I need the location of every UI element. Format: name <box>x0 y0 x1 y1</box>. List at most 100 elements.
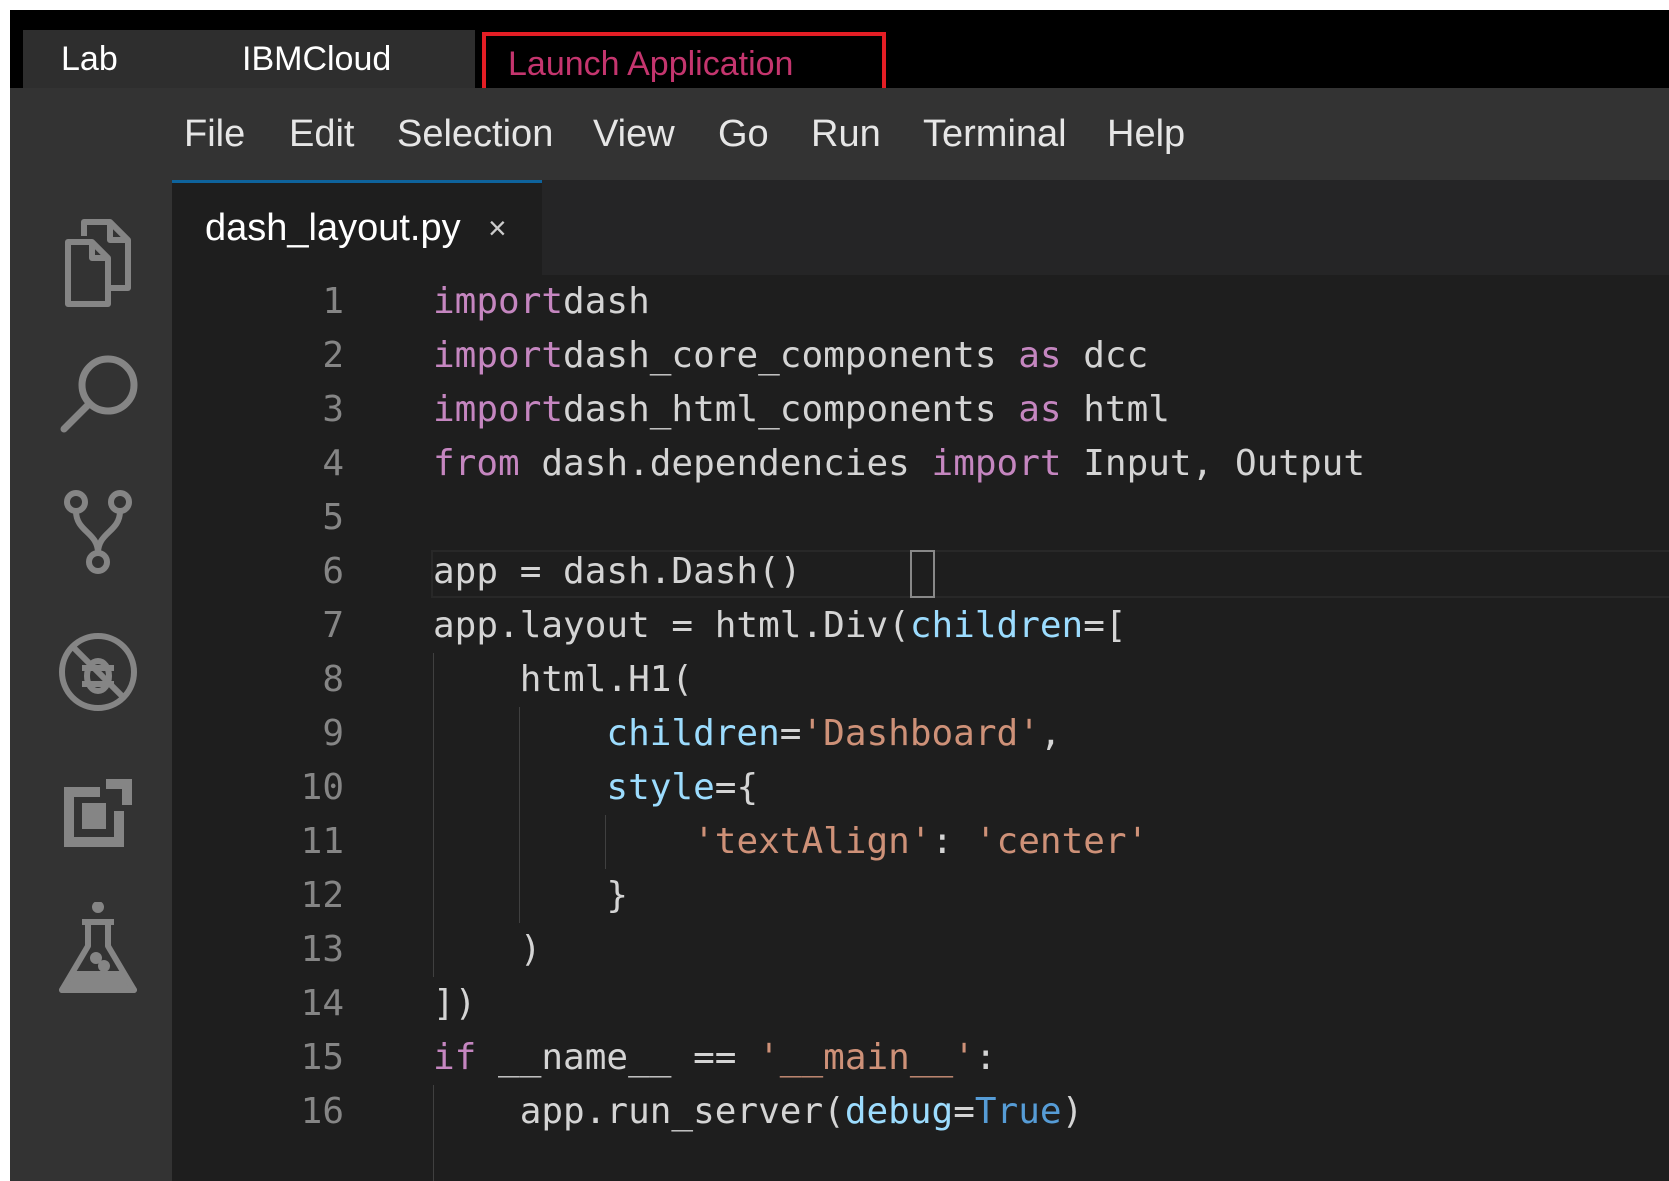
code-token: debug <box>844 1091 954 1132</box>
menu-file[interactable]: File <box>184 88 245 180</box>
editor-tab-dash-layout[interactable]: dash_layout.py × <box>172 180 542 275</box>
code-token: 'textAlign' <box>693 821 932 862</box>
line-source: style={ <box>433 761 758 815</box>
line-number: 11 <box>300 821 344 862</box>
line-number: 6 <box>322 551 344 592</box>
code-token: dash_core_components <box>563 335 1019 376</box>
code-token: dash <box>563 281 650 322</box>
line-source: } <box>433 869 628 923</box>
code-token: as <box>1018 335 1062 376</box>
code-token: dash.dependencies <box>519 443 932 484</box>
code-line[interactable]: 9 children='Dashboard', <box>172 707 1669 761</box>
code-token: ={ <box>714 767 759 808</box>
code-token: 'Dashboard' <box>801 713 1040 754</box>
code-token: dcc <box>1061 335 1149 376</box>
code-line[interactable]: 16 app.run_server(debug=True) <box>172 1085 1669 1139</box>
code-token: True <box>974 1091 1062 1132</box>
line-source: html.H1( <box>433 653 693 707</box>
line-source: 'textAlign': 'center' <box>433 815 1148 869</box>
lab-flask-icon[interactable] <box>48 901 148 1002</box>
code-editor[interactable]: 1 importdash 2 importdash_core_components a… <box>172 275 1669 1181</box>
code-line[interactable]: 11 'textAlign': 'center' <box>172 815 1669 869</box>
line-source: importdash_core_components as dcc <box>433 329 1148 383</box>
line-source: ) <box>433 923 542 977</box>
code-token: = <box>779 713 802 754</box>
line-source: if __name__ == '__main__': <box>433 1031 997 1085</box>
top-tab-bar: Lab IBMCloud Launch Application <box>10 10 1669 96</box>
line-source: from dash.dependencies import Input, Out… <box>433 437 1365 491</box>
code-token: ) <box>1061 1091 1084 1132</box>
code-token: html.H1( <box>433 659 694 700</box>
line-number: 14 <box>300 983 344 1024</box>
source-control-icon[interactable] <box>48 480 148 580</box>
code-token: 'center' <box>974 821 1149 862</box>
line-source: app = dash.Dash() <box>433 545 801 599</box>
code-token: import <box>433 281 564 322</box>
code-token: import <box>931 443 1062 484</box>
code-token: ) <box>433 929 542 970</box>
code-token: children <box>606 713 780 754</box>
search-icon[interactable] <box>48 345 148 445</box>
line-number: 9 <box>322 713 344 754</box>
menu-edit[interactable]: Edit <box>289 88 354 180</box>
menu-run[interactable]: Run <box>811 88 881 180</box>
line-number: 1 <box>322 281 344 322</box>
code-token: __name__ == <box>476 1037 759 1078</box>
line-number: 16 <box>300 1091 344 1132</box>
line-number: 3 <box>322 389 344 430</box>
code-token: app.layout = html.Div( <box>433 605 910 646</box>
code-line[interactable]: 13 ) <box>172 923 1669 977</box>
line-number: 12 <box>300 875 344 916</box>
code-token: ]) <box>433 983 477 1024</box>
code-line[interactable]: 10 style={ <box>172 761 1669 815</box>
code-line[interactable]: 8 html.H1( <box>172 653 1669 707</box>
code-token: : <box>974 1037 997 1078</box>
line-number: 13 <box>300 929 344 970</box>
code-token: app.run_server( <box>433 1091 845 1132</box>
close-icon[interactable]: × <box>488 183 507 273</box>
tab-launch-application[interactable]: Launch Application <box>482 32 886 96</box>
tab-lab[interactable]: Lab <box>23 30 203 88</box>
code-token: children <box>909 605 1084 646</box>
code-token: dash_html_components <box>563 389 1019 430</box>
menu-go[interactable]: Go <box>718 88 769 180</box>
code-line[interactable]: 14]) <box>172 977 1669 1031</box>
code-line[interactable]: 2 importdash_core_components as dcc <box>172 329 1669 383</box>
extensions-icon[interactable] <box>48 763 148 863</box>
line-number: 4 <box>322 443 344 484</box>
line-number: 15 <box>300 1037 344 1078</box>
menu-terminal[interactable]: Terminal <box>923 88 1067 180</box>
menu-selection[interactable]: Selection <box>397 88 553 180</box>
line-number: 8 <box>322 659 344 700</box>
code-line[interactable]: 5 <box>172 491 1669 545</box>
code-line[interactable]: 4 from dash.dependencies import Input, Ou… <box>172 437 1669 491</box>
code-line[interactable]: 3 importdash_html_components as html <box>172 383 1669 437</box>
line-number: 10 <box>300 767 344 808</box>
line-number: 7 <box>322 605 344 646</box>
code-line[interactable]: 12 } <box>172 869 1669 923</box>
line-source: app.run_server(debug=True) <box>433 1085 1084 1139</box>
code-token: from <box>433 443 520 484</box>
line-source: children='Dashboard', <box>433 707 1061 761</box>
line-source: importdash <box>433 275 650 329</box>
line-source: importdash_html_components as html <box>433 383 1170 437</box>
menu-help[interactable]: Help <box>1107 88 1185 180</box>
line-number: 5 <box>322 497 344 538</box>
line-source: app.layout = html.Div(children=[ <box>433 599 1127 653</box>
tab-ibmcloud[interactable]: IBMCloud <box>202 30 475 88</box>
explorer-icon[interactable] <box>48 210 148 310</box>
code-line[interactable]: 15 if __name__ == '__main__': <box>172 1031 1669 1085</box>
code-token: : <box>931 821 975 862</box>
code-token: = <box>953 1091 975 1132</box>
code-line[interactable]: 6 app = dash.Dash() <box>172 545 1669 599</box>
code-token: import <box>433 389 564 430</box>
code-line[interactable]: 1 importdash <box>172 275 1669 329</box>
ide-window: Lab IBMCloud Launch Application File Edi… <box>10 10 1669 1181</box>
debug-icon[interactable] <box>48 622 148 722</box>
code-token: =[ <box>1083 605 1127 646</box>
menu-view[interactable]: View <box>593 88 675 180</box>
code-token: html <box>1061 389 1170 430</box>
code-line[interactable]: 7 app.layout = html.Div(children=[ <box>172 599 1669 653</box>
code-token: } <box>433 875 629 916</box>
